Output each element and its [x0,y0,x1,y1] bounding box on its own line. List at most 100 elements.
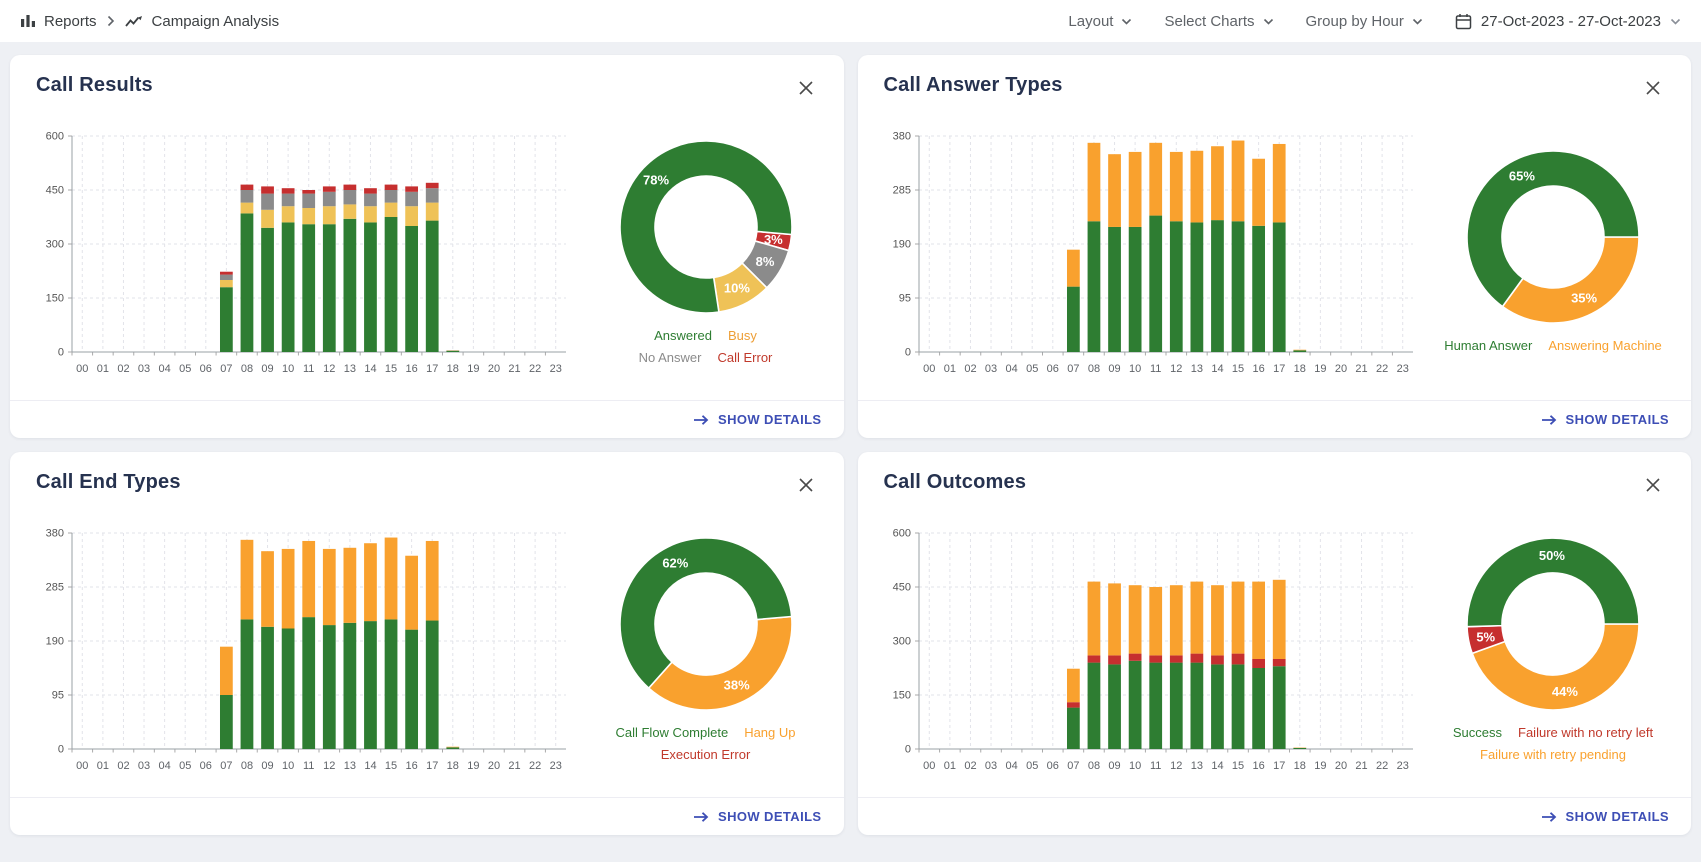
svg-text:04: 04 [1006,760,1018,772]
select-charts-dropdown-label: Select Charts [1164,13,1254,30]
legend-item[interactable]: Human Answer [1444,336,1532,355]
svg-text:16: 16 [1253,363,1265,375]
svg-text:09: 09 [1109,760,1121,772]
svg-text:0: 0 [905,744,911,756]
svg-text:11: 11 [1150,363,1161,375]
show-details-label: SHOW DETAILS [1566,412,1670,427]
svg-text:16: 16 [1253,760,1265,772]
show-details-link[interactable]: SHOW DETAILS [693,412,822,427]
close-icon[interactable] [1641,473,1665,497]
svg-text:23: 23 [1397,760,1409,772]
show-details-link[interactable]: SHOW DETAILS [1541,809,1670,824]
svg-text:19: 19 [1315,760,1327,772]
svg-text:11: 11 [1150,760,1161,772]
show-details-link[interactable]: SHOW DETAILS [1541,412,1670,427]
svg-text:05: 05 [179,760,191,772]
card-title: Call Answer Types [884,74,1063,97]
svg-text:07: 07 [1068,760,1080,772]
card-title: Call Outcomes [884,471,1027,494]
close-icon[interactable] [1641,76,1665,100]
svg-text:22: 22 [1376,363,1388,375]
date-range-picker[interactable]: 27-Oct-2023 - 27-Oct-2023 [1455,13,1681,30]
svg-text:13: 13 [344,363,356,375]
legend-item[interactable]: Success [1453,723,1502,742]
svg-text:18: 18 [446,363,458,375]
svg-text:05: 05 [1026,363,1038,375]
layout-dropdown[interactable]: Layout [1068,13,1132,30]
svg-text:190: 190 [45,636,63,648]
card-call-results: Call Results 000102030405060708091011121… [10,55,844,438]
svg-text:0: 0 [905,347,911,359]
svg-text:17: 17 [1273,363,1285,375]
svg-text:07: 07 [1068,363,1080,375]
svg-text:09: 09 [1109,363,1121,375]
svg-text:22: 22 [529,760,541,772]
svg-text:17: 17 [426,363,438,375]
legend-item[interactable]: Busy [728,326,757,345]
select-charts-dropdown[interactable]: Select Charts [1164,13,1273,30]
svg-text:08: 08 [1088,760,1100,772]
svg-text:02: 02 [117,363,129,375]
svg-text:05: 05 [1026,760,1038,772]
legend-item[interactable]: Hang Up [744,723,795,742]
svg-text:95: 95 [52,690,64,702]
svg-text:20: 20 [488,760,500,772]
svg-text:01: 01 [97,760,109,772]
svg-text:06: 06 [199,760,211,772]
svg-text:14: 14 [364,363,376,375]
show-details-label: SHOW DETAILS [718,809,822,824]
call-answer-types-donut-chart[interactable]: 35%65% [1462,146,1644,328]
card-call-answer-types: Call Answer Types 0001020304050607080910… [858,55,1692,438]
legend-item[interactable]: Answering Machine [1548,336,1661,355]
legend-item[interactable]: Failure with retry pending [1480,745,1626,764]
svg-text:15: 15 [1232,760,1244,772]
chevron-right-icon [107,15,115,27]
svg-text:44%: 44% [1552,683,1578,698]
legend-item[interactable]: Execution Error [661,745,751,764]
call-answer-types-bar-chart[interactable]: 0001020304050607080910111213141516171819… [875,122,1423,380]
call-results-bar-chart[interactable]: 0001020304050607080910111213141516171819… [28,122,576,380]
legend-item[interactable]: Call Error [717,348,772,367]
card-call-end-types: Call End Types 0001020304050607080910111… [10,452,844,835]
svg-text:09: 09 [261,760,273,772]
svg-text:03: 03 [985,363,997,375]
svg-text:17: 17 [426,760,438,772]
call-outcomes-bar-chart[interactable]: 0001020304050607080910111213141516171819… [875,519,1423,777]
show-details-label: SHOW DETAILS [718,412,822,427]
legend-item[interactable]: No Answer [639,348,702,367]
call-end-types-donut-chart[interactable]: 38%62% [615,533,797,715]
svg-text:07: 07 [220,363,232,375]
call-outcomes-donut-chart[interactable]: 44%5%50% [1462,533,1644,715]
svg-text:04: 04 [158,363,170,375]
svg-text:01: 01 [97,363,109,375]
legend-item[interactable]: Call Flow Complete [615,723,728,742]
svg-text:01: 01 [944,363,956,375]
call-results-donut-chart[interactable]: 3%8%10%78% [615,136,797,318]
legend-item[interactable]: Answered [654,326,712,345]
close-icon[interactable] [794,473,818,497]
close-icon[interactable] [794,76,818,100]
svg-text:11: 11 [303,363,314,375]
call-end-types-legend: Call Flow Complete Hang Up Execution Error [615,723,795,764]
call-end-types-bar-chart[interactable]: 0001020304050607080910111213141516171819… [28,519,576,777]
svg-text:450: 450 [893,582,911,594]
svg-text:06: 06 [199,363,211,375]
svg-text:190: 190 [893,239,911,251]
svg-text:10: 10 [282,363,294,375]
svg-text:19: 19 [467,760,479,772]
svg-text:20: 20 [1335,760,1347,772]
svg-text:01: 01 [944,760,956,772]
svg-text:600: 600 [45,131,63,143]
svg-text:00: 00 [923,363,935,375]
svg-text:02: 02 [965,760,977,772]
legend-item[interactable]: Failure with no retry left [1518,723,1653,742]
svg-text:38%: 38% [723,677,749,692]
group-by-dropdown[interactable]: Group by Hour [1306,13,1423,30]
svg-text:18: 18 [1294,363,1306,375]
breadcrumb-reports[interactable]: Reports [20,13,97,30]
show-details-link[interactable]: SHOW DETAILS [693,809,822,824]
svg-text:03: 03 [138,760,150,772]
svg-text:78%: 78% [643,172,669,187]
svg-text:21: 21 [508,760,520,772]
breadcrumb-page-label: Campaign Analysis [152,13,280,30]
